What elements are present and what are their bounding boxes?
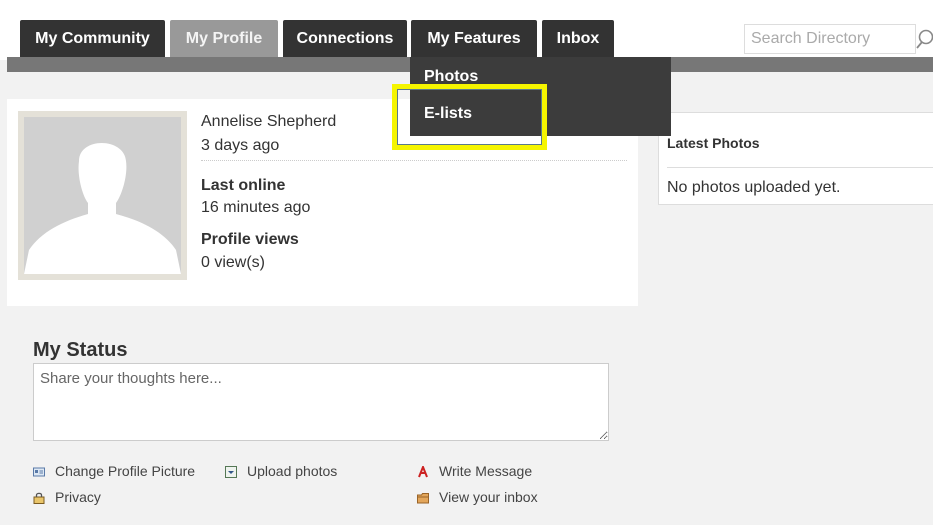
upload-photo-icon	[225, 465, 237, 478]
tab-connections[interactable]: Connections	[283, 20, 407, 57]
profile-joined: 3 days ago	[201, 137, 280, 154]
tab-my-features[interactable]: My Features	[411, 20, 537, 57]
profile-name: Annelise Shepherd	[201, 113, 337, 130]
id-card-icon	[33, 465, 45, 477]
tab-my-community[interactable]: My Community	[20, 20, 165, 57]
profile-views-value: 0 view(s)	[201, 254, 266, 271]
write-message-icon	[417, 464, 429, 478]
view-inbox-label: View your inbox	[439, 489, 538, 505]
tab-my-profile[interactable]: My Profile	[170, 20, 278, 57]
latest-photos-divider	[667, 167, 933, 168]
search-icon[interactable]	[916, 27, 933, 53]
privacy-label: Privacy	[55, 489, 101, 505]
status-input[interactable]	[33, 363, 609, 441]
latest-photos-title: Latest Photos	[667, 135, 760, 151]
last-online-label: Last online	[201, 177, 286, 194]
write-message-label: Write Message	[439, 463, 533, 479]
inbox-folder-icon	[417, 491, 429, 504]
privacy-link[interactable]: Privacy	[33, 489, 101, 505]
last-online-value: 16 minutes ago	[201, 199, 311, 216]
highlight-box	[392, 84, 547, 150]
view-inbox-link[interactable]: View your inbox	[417, 489, 538, 505]
status-title: My Status	[33, 339, 128, 361]
default-avatar-icon	[24, 117, 181, 274]
search-input[interactable]	[744, 24, 916, 54]
lock-icon	[33, 491, 45, 504]
avatar[interactable]	[18, 111, 187, 280]
latest-photos-panel: Latest Photos No photos uploaded yet.	[658, 112, 933, 205]
change-profile-picture-link[interactable]: Change Profile Picture	[33, 463, 195, 479]
upload-photos-link[interactable]: Upload photos	[225, 463, 337, 479]
tab-inbox[interactable]: Inbox	[542, 20, 614, 57]
write-message-link[interactable]: Write Message	[417, 463, 532, 479]
profile-divider	[201, 160, 627, 161]
upload-photos-label: Upload photos	[247, 463, 338, 479]
profile-views-label: Profile views	[201, 231, 299, 248]
latest-photos-empty: No photos uploaded yet.	[667, 179, 841, 196]
change-profile-picture-label: Change Profile Picture	[55, 463, 196, 479]
